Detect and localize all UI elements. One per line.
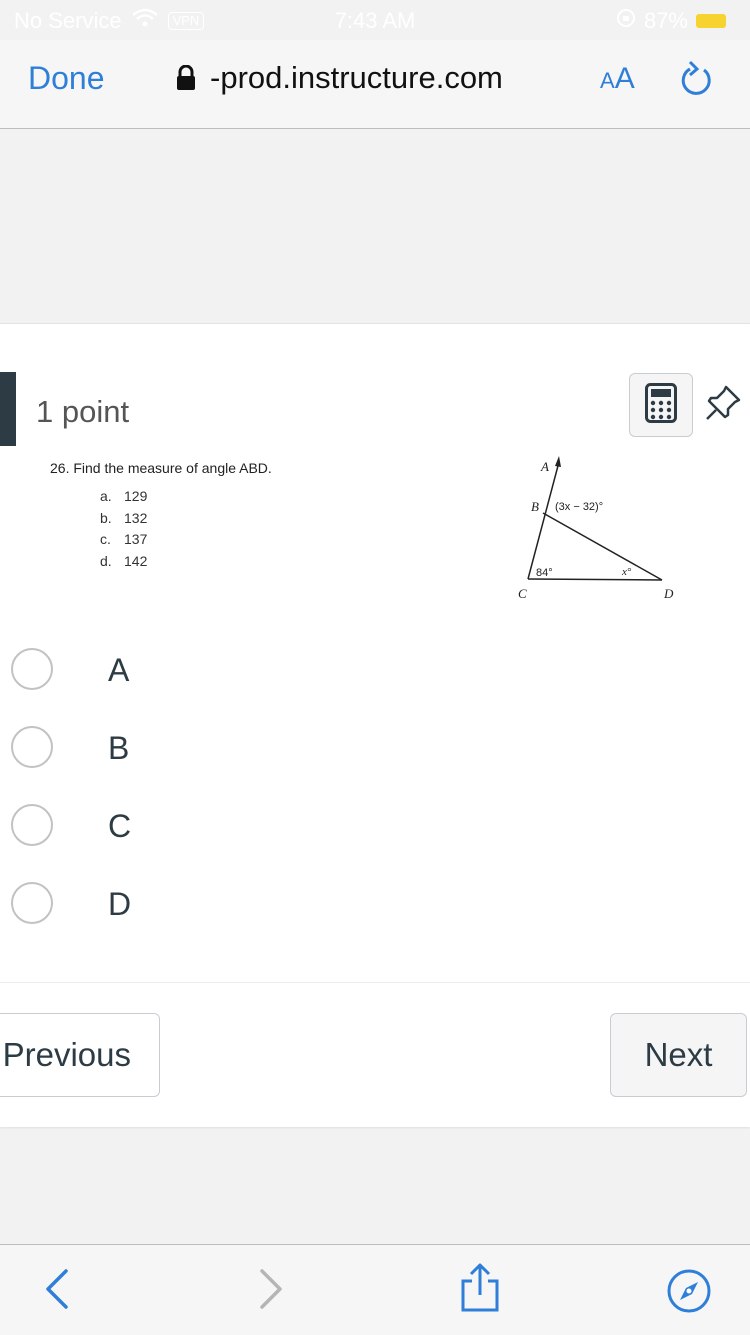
label-b: B	[531, 499, 539, 514]
question-options: a. 129 b. 132 c. 137 d. 142	[100, 488, 147, 574]
browser-top-bar: Done -prod.instructure.com AA	[0, 40, 750, 129]
browser-bottom-toolbar	[0, 1244, 750, 1335]
text-size-button[interactable]: AA	[600, 62, 635, 96]
status-bar: No Service VPN 7:43 AM 87%	[0, 0, 750, 40]
radio-button[interactable]	[11, 726, 53, 768]
back-arrow-icon[interactable]	[44, 1267, 70, 1316]
option-letter: d.	[100, 552, 112, 569]
option-value: 142	[124, 552, 148, 569]
compass-icon[interactable]	[667, 1269, 711, 1318]
battery-percent: 87%	[643, 8, 688, 33]
text-size-large-a: A	[614, 62, 635, 95]
url-field[interactable]: -prod.instructure.com	[176, 60, 503, 96]
answer-option-a[interactable]: A	[0, 644, 400, 704]
lock-icon	[176, 65, 196, 91]
angle-c-label: 84°	[536, 567, 553, 579]
forward-arrow-icon[interactable]	[258, 1267, 284, 1316]
label-d: D	[663, 586, 674, 601]
text-size-small-a: A	[600, 68, 615, 93]
calculator-button[interactable]	[629, 373, 693, 437]
segment-cd	[527, 578, 663, 581]
question-option: b. 132	[100, 510, 147, 532]
reload-icon[interactable]	[678, 60, 716, 105]
question-option: a. 129	[100, 488, 147, 510]
label-c: C	[518, 586, 527, 601]
answer-label: B	[108, 730, 130, 766]
pin-icon[interactable]	[704, 384, 742, 427]
angle-d-label: x°	[621, 566, 632, 578]
question-points: 1 point	[36, 394, 130, 429]
option-value: 132	[124, 509, 148, 526]
previous-button[interactable]: Previous	[0, 1013, 160, 1097]
radio-button[interactable]	[11, 804, 53, 846]
answer-label: A	[108, 652, 130, 688]
answer-label: C	[108, 808, 132, 844]
question-option: c. 137	[100, 531, 147, 553]
triangle-diagram: A B C D (3x − 32)° 84° x°	[518, 456, 674, 601]
battery-icon	[696, 14, 726, 28]
question-image: 26. Find the measure of angle ABD. a. 129…	[38, 452, 750, 604]
radio-button[interactable]	[11, 648, 53, 690]
label-a: A	[540, 459, 549, 474]
angle-b-label: (3x − 32)°	[555, 501, 603, 513]
radio-button[interactable]	[11, 882, 53, 924]
card-divider	[0, 982, 750, 983]
orientation-lock-icon	[616, 8, 636, 34]
answer-option-c[interactable]: C	[0, 800, 400, 860]
option-letter: b.	[100, 509, 112, 526]
option-letter: c.	[100, 531, 111, 547]
ray-ca	[527, 461, 560, 580]
share-icon[interactable]	[458, 1263, 502, 1318]
arrowhead-a	[555, 456, 561, 467]
quiz-question-card: 1 point 26. Find the measure of angle AB…	[0, 323, 750, 1127]
option-value: 129	[124, 488, 148, 504]
question-prompt: 26. Find the measure of angle ABD.	[50, 460, 272, 476]
segment-bd	[542, 512, 663, 581]
option-letter: a.	[100, 488, 112, 504]
question-accent-bar	[0, 372, 16, 446]
url-text: -prod.instructure.com	[210, 60, 503, 95]
next-button[interactable]: Next	[610, 1013, 747, 1097]
answer-option-d[interactable]: D	[0, 878, 400, 938]
answer-option-b[interactable]: B	[0, 722, 400, 782]
option-value: 137	[124, 531, 148, 547]
question-option: d. 142	[100, 553, 147, 575]
answer-label: D	[108, 886, 132, 922]
done-button[interactable]: Done	[28, 60, 105, 97]
status-right: 87%	[616, 8, 726, 34]
calculator-icon	[645, 382, 677, 428]
